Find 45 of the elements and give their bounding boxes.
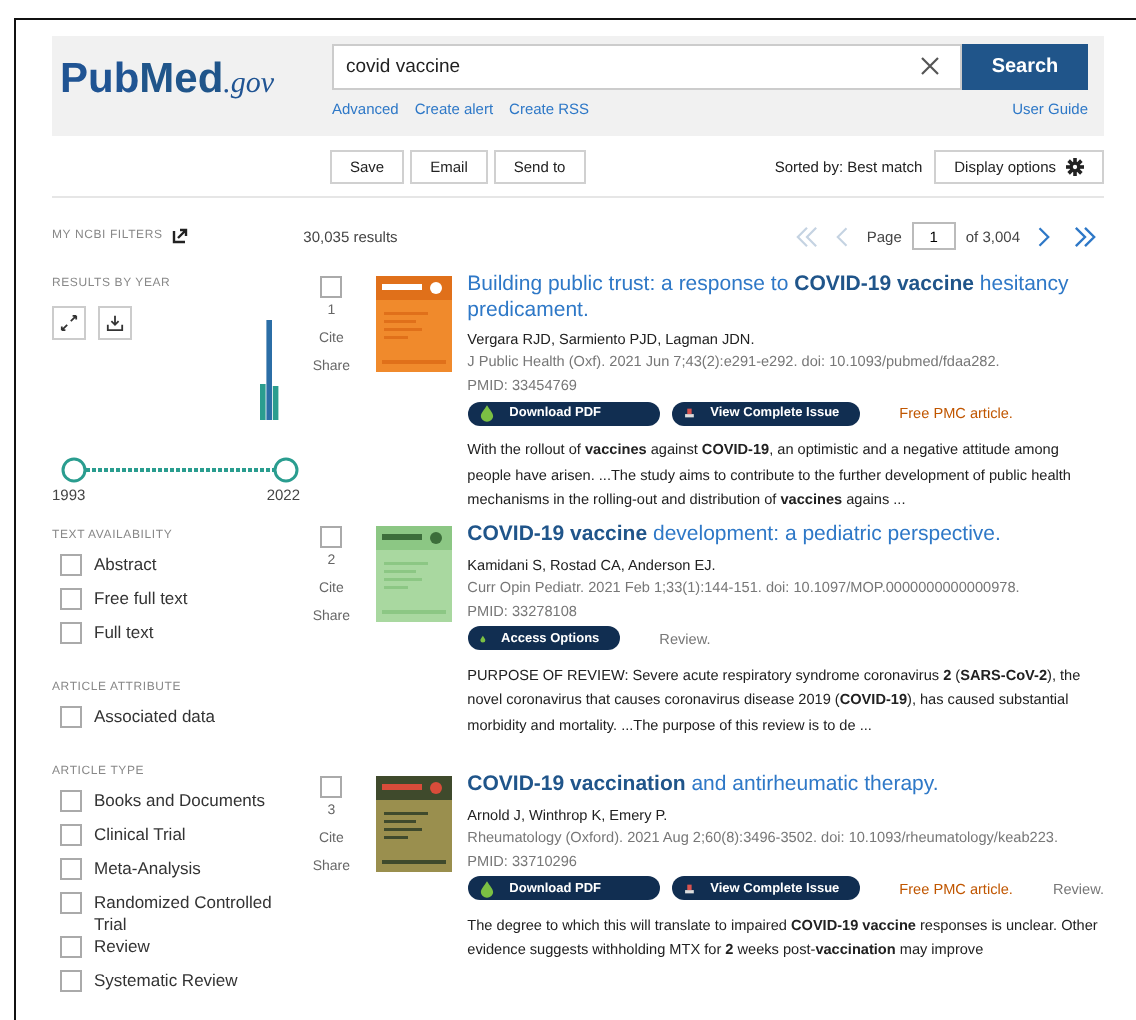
- journal-icon: [683, 404, 695, 422]
- gear-icon: [1066, 157, 1084, 175]
- filter-checkbox[interactable]: [60, 554, 82, 576]
- drop-icon: [479, 404, 494, 422]
- filter-checkbox[interactable]: [60, 588, 82, 610]
- search-field[interactable]: covid vaccine: [332, 44, 962, 90]
- filter-label[interactable]: Free full text: [94, 588, 286, 610]
- filter-checkbox[interactable]: [60, 892, 82, 914]
- slider-handle[interactable]: [61, 457, 87, 483]
- filter-checkbox[interactable]: [60, 824, 82, 846]
- drop-icon: [479, 879, 494, 897]
- last-page-icon[interactable]: [1072, 225, 1098, 247]
- filter-label[interactable]: Clinical Trial: [94, 824, 286, 846]
- filter-label[interactable]: Review: [94, 936, 286, 958]
- histogram-drawing: [260, 320, 280, 420]
- filter-checkbox[interactable]: [60, 622, 82, 644]
- filter-checkbox[interactable]: [60, 970, 82, 992]
- first-page-icon[interactable]: [794, 225, 821, 247]
- filter-checkbox[interactable]: [60, 936, 82, 958]
- filter-label[interactable]: Systematic Review: [94, 970, 286, 992]
- previous-page-icon[interactable]: [836, 225, 851, 247]
- download-icon[interactable]: [98, 306, 132, 340]
- result-checkbox[interactable]: [320, 526, 343, 548]
- search-button[interactable]: Search: [962, 44, 1088, 90]
- result-checkbox[interactable]: [320, 776, 343, 798]
- expand-icon[interactable]: [52, 306, 86, 340]
- filter-label[interactable]: Meta-Analysis: [94, 858, 286, 880]
- filter-label[interactable]: Books and Documents: [94, 790, 286, 812]
- article-title-link[interactable]: Building public trust: a response to COVID-19 vaccine hesitancy predicament.: [467, 272, 1104, 322]
- pubmed-logo[interactable]: PubMed.gov: [60, 44, 332, 136]
- filter-label[interactable]: Full text: [94, 622, 286, 644]
- article-title-link[interactable]: COVID-19 vaccination and antirheumatic therapy.: [467, 772, 1104, 797]
- filter-label[interactable]: Randomized Controlled Trial: [94, 892, 286, 936]
- next-page-icon[interactable]: [1036, 225, 1050, 247]
- filter-checkbox[interactable]: [60, 706, 82, 728]
- article-title-link[interactable]: COVID-19 vaccine development: a pediatric perspective.: [467, 522, 1104, 547]
- filter-checkbox[interactable]: [60, 790, 82, 812]
- result-checkbox[interactable]: [320, 276, 343, 298]
- slider-handle[interactable]: [273, 457, 299, 483]
- filter-label[interactable]: Abstract: [94, 554, 286, 576]
- filter-label[interactable]: Associated data: [94, 706, 286, 728]
- filter-checkbox[interactable]: [60, 858, 82, 880]
- clear-icon[interactable]: [920, 56, 940, 76]
- external-link-icon[interactable]: [172, 228, 189, 244]
- journal-icon: [683, 879, 695, 897]
